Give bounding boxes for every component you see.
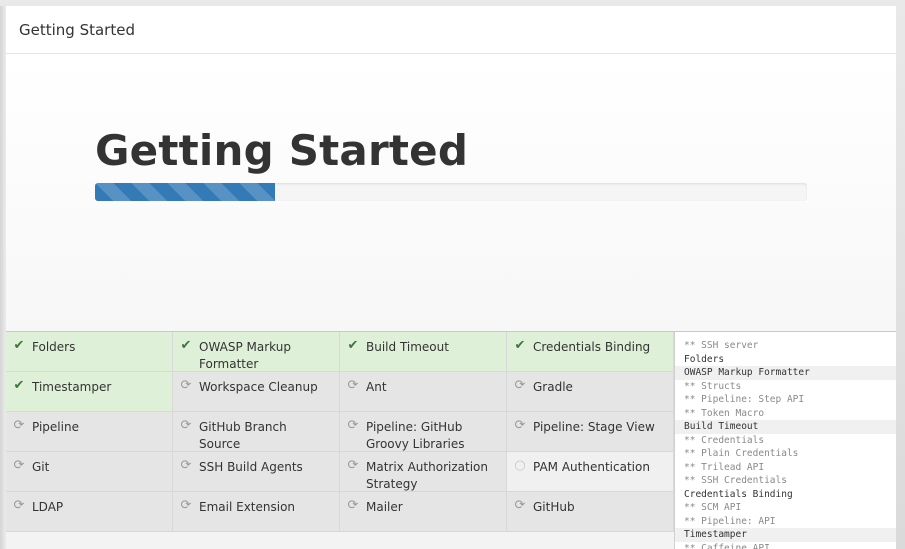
setup-wizard-dialog: Getting Started Getting Started ✔ Folders… bbox=[6, 6, 896, 549]
plugin-name: Pipeline: Stage View bbox=[533, 420, 655, 434]
log-line: ** Credentials bbox=[684, 434, 765, 446]
plugin-item: ⟳ Ant bbox=[340, 372, 507, 412]
plugin-item: ⟳ GitHub Branch Source bbox=[173, 412, 340, 452]
refresh-icon: ⟳ bbox=[13, 458, 25, 473]
plugin-item: ⟳ Email Extension bbox=[173, 492, 340, 532]
dialog-header: Getting Started bbox=[6, 6, 896, 54]
plugin-name: Credentials Binding bbox=[533, 340, 651, 354]
refresh-icon: ⟳ bbox=[347, 458, 359, 473]
log-line: ** Pipeline: Step API bbox=[684, 394, 805, 405]
plugin-name: GitHub Branch Source bbox=[199, 420, 287, 451]
log-line: ** SSH server bbox=[684, 340, 759, 351]
plugin-item: ⟳ GitHub bbox=[507, 492, 674, 532]
log-line: Folders bbox=[684, 353, 725, 365]
plugin-item: ⟳ Pipeline: GitHub Groovy Libraries bbox=[340, 412, 507, 452]
log-line: ** SSH Credentials bbox=[684, 475, 787, 486]
hero-panel: Getting Started bbox=[6, 55, 896, 332]
progress-fill bbox=[95, 183, 276, 201]
circle-icon: ○ bbox=[514, 458, 526, 473]
plugin-item: ⟳ Matrix Authorization Strategy bbox=[340, 452, 507, 492]
plugin-item: ⟳ Workspace Cleanup bbox=[173, 372, 340, 412]
refresh-icon: ⟳ bbox=[514, 378, 526, 393]
plugin-item: ⟳ Pipeline bbox=[6, 412, 173, 452]
dialog-title: Getting Started bbox=[19, 20, 135, 39]
refresh-icon: ⟳ bbox=[347, 418, 359, 433]
plugin-item: ⟳ Gradle bbox=[507, 372, 674, 412]
plugin-item: ✔ OWASP Markup Formatter bbox=[173, 332, 340, 372]
plugin-item: ⟳ Pipeline: Stage View bbox=[507, 412, 674, 452]
plugin-item: ⟳ LDAP bbox=[6, 492, 173, 532]
log-line: ** SCM API bbox=[684, 502, 742, 513]
plugin-name: Ant bbox=[366, 380, 387, 394]
plugin-item: ✔ Build Timeout bbox=[340, 332, 507, 372]
refresh-icon: ⟳ bbox=[180, 458, 192, 473]
plugin-name: Email Extension bbox=[199, 500, 296, 514]
plugin-name: Workspace Cleanup bbox=[199, 380, 318, 394]
refresh-icon: ⟳ bbox=[347, 498, 359, 513]
refresh-icon: ⟳ bbox=[180, 418, 192, 433]
log-line: Credentials Binding bbox=[684, 488, 793, 500]
plugin-name: Matrix Authorization Strategy bbox=[366, 460, 488, 491]
plugin-item: ✔ Credentials Binding bbox=[507, 332, 674, 372]
refresh-icon: ⟳ bbox=[347, 378, 359, 393]
refresh-icon: ⟳ bbox=[180, 378, 192, 393]
refresh-icon: ⟳ bbox=[13, 418, 25, 433]
log-line: ** Structs bbox=[684, 380, 742, 392]
page-title: Getting Started bbox=[95, 126, 469, 175]
refresh-icon: ⟳ bbox=[13, 498, 25, 513]
check-icon: ✔ bbox=[13, 378, 25, 393]
plugin-name: LDAP bbox=[32, 500, 64, 514]
log-line: ** Trilead API bbox=[684, 461, 765, 473]
plugin-name: Mailer bbox=[366, 500, 403, 514]
log-line: OWASP Markup Formatter bbox=[675, 366, 896, 380]
log-line: Timestamper bbox=[675, 528, 896, 542]
plugin-install-list: ✔ Folders ✔ OWASP Markup Formatter ✔ Build Ti… bbox=[6, 332, 674, 549]
plugin-name: Folders bbox=[32, 340, 76, 354]
refresh-icon: ⟳ bbox=[514, 498, 526, 513]
log-line: ** Caffeine API bbox=[684, 542, 770, 549]
check-icon: ✔ bbox=[514, 338, 526, 353]
plugin-name: SSH Build Agents bbox=[199, 460, 303, 474]
install-progress-bar bbox=[95, 183, 807, 201]
log-line: ** Plain Credentials bbox=[684, 448, 799, 459]
plugin-item: ○ PAM Authentication bbox=[507, 452, 674, 492]
refresh-icon: ⟳ bbox=[514, 418, 526, 433]
log-line: ** Pipeline: API bbox=[684, 515, 776, 527]
plugin-item: ⟳ SSH Build Agents bbox=[173, 452, 340, 492]
check-icon: ✔ bbox=[180, 338, 192, 353]
plugin-item: ⟳ Mailer bbox=[340, 492, 507, 532]
plugin-item: ⟳ Git bbox=[6, 452, 173, 492]
plugin-name: GitHub bbox=[533, 500, 575, 514]
plugin-name: Pipeline bbox=[32, 420, 79, 434]
check-icon: ✔ bbox=[13, 338, 25, 353]
plugin-name: Build Timeout bbox=[366, 340, 449, 354]
plugin-grid: ✔ Folders ✔ OWASP Markup Formatter ✔ Build Ti… bbox=[6, 332, 674, 532]
install-log[interactable]: ** SSH server Folders OWASP Markup Formatt… bbox=[674, 332, 896, 549]
check-icon: ✔ bbox=[347, 338, 359, 353]
plugin-name: Timestamper bbox=[32, 380, 112, 394]
plugin-name: Pipeline: GitHub Groovy Libraries bbox=[366, 420, 465, 451]
plugin-name: Git bbox=[32, 460, 50, 474]
log-line: Build Timeout bbox=[675, 420, 896, 434]
plugin-name: Gradle bbox=[533, 380, 573, 394]
plugin-name: PAM Authentication bbox=[533, 460, 650, 474]
refresh-icon: ⟳ bbox=[180, 498, 192, 513]
plugin-item: ✔ Timestamper bbox=[6, 372, 173, 412]
plugin-item: ✔ Folders bbox=[6, 332, 173, 372]
log-line: ** Token Macro bbox=[684, 407, 765, 419]
plugin-name: OWASP Markup Formatter bbox=[199, 340, 291, 371]
